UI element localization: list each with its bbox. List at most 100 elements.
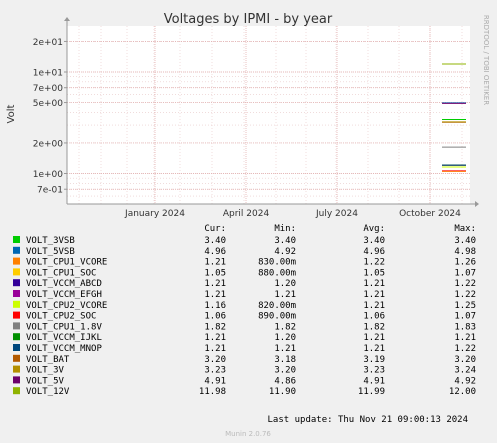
legend-series-name: VOLT_VCCM_EFGH (26, 290, 102, 300)
legend-value: 1.22 (454, 290, 476, 300)
legend-value: 11.99 (358, 387, 385, 397)
legend-value: 1.22 (454, 279, 476, 289)
rrdtool-side-label: RRDTOOL / TOBI OETIKER (482, 15, 490, 105)
legend-swatch (13, 354, 20, 362)
legend-value: 830.00m (258, 258, 296, 268)
legend-value: 3.20 (454, 355, 476, 365)
legend-series-name: VOLT_VCCM_MNOP (26, 344, 102, 354)
legend-series-name: VOLT_5VSB (26, 247, 75, 257)
legend-column-header: Max: (454, 224, 476, 234)
legend-value: 1.21 (454, 333, 476, 343)
legend-value: 4.96 (363, 247, 385, 257)
legend-series-name: VOLT_CPU2_VCORE (26, 301, 107, 311)
legend-value: 3.40 (363, 236, 385, 246)
legend-value: 1.26 (454, 258, 476, 268)
legend-series-name: VOLT_3V (26, 366, 65, 376)
legend-value: 11.90 (269, 387, 296, 397)
legend-series-name: VOLT_BAT (26, 355, 70, 365)
legend-value: 1.82 (363, 322, 385, 332)
legend-value: 3.18 (274, 355, 296, 365)
legend-value: 1.21 (274, 290, 296, 300)
legend-swatch (13, 333, 20, 341)
legend-value: 820.00m (258, 301, 296, 311)
x-tick-label: January 2024 (124, 209, 185, 219)
legend-series-name: VOLT_CPU1_1.8V (26, 322, 102, 332)
legend-value: 3.20 (204, 355, 226, 365)
legend-value: 4.91 (204, 376, 226, 386)
y-axis-label: Volt (6, 104, 17, 123)
legend-value: 4.92 (454, 376, 476, 386)
legend-value: 1.05 (204, 268, 226, 278)
voltage-chart: Voltages by IPMI - by year Volt RRDTOOL … (6, 12, 490, 438)
legend-value: 890.00m (258, 312, 296, 322)
legend-value: 3.23 (204, 366, 226, 376)
legend-value: 1.21 (363, 279, 385, 289)
legend-value: 1.21 (363, 344, 385, 354)
legend-value: 3.24 (454, 366, 476, 376)
legend-value: 1.21 (274, 344, 296, 354)
legend-value: 4.91 (363, 376, 385, 386)
legend-value: 1.82 (274, 322, 296, 332)
y-tick-label: 2e+00 (33, 139, 64, 149)
legend-value: 1.22 (363, 258, 385, 268)
legend-swatch (13, 236, 20, 243)
legend-value: 1.21 (204, 279, 226, 289)
legend-value: 1.25 (454, 301, 476, 311)
legend-swatch (13, 279, 20, 287)
legend-value: 1.21 (363, 290, 385, 300)
legend-swatch (13, 344, 20, 351)
legend-column-header: Min: (274, 224, 296, 234)
legend-value: 1.21 (204, 333, 226, 343)
legend-swatch (13, 300, 20, 308)
y-tick-label: 5e+00 (33, 99, 64, 109)
legend-value: 3.40 (274, 236, 296, 246)
legend-value: 4.86 (274, 376, 296, 386)
legend-swatch (13, 290, 20, 297)
chart-title: Voltages by IPMI - by year (164, 12, 333, 27)
legend-value: 12.00 (449, 387, 476, 397)
legend-swatch (13, 322, 20, 330)
legend-swatch (13, 268, 20, 276)
last-update: Last update: Thu Nov 21 09:00:13 2024 (268, 415, 468, 425)
legend-value: 3.23 (363, 366, 385, 376)
legend-value: 1.21 (204, 258, 226, 268)
legend-swatch (13, 246, 20, 254)
legend-value: 11.98 (199, 387, 226, 397)
legend-series-name: VOLT_VCCM_IJKL (26, 333, 102, 343)
legend-value: 1.16 (204, 301, 226, 311)
y-tick-label: 1e+00 (33, 170, 64, 180)
legend-value: 3.19 (363, 355, 385, 365)
legend-swatch (13, 311, 20, 319)
x-tick-label: April 2024 (223, 209, 270, 219)
legend-value: 1.20 (274, 279, 296, 289)
x-axis-arrow (475, 201, 479, 207)
legend-value: 4.92 (274, 247, 296, 257)
legend-value: 3.20 (274, 366, 296, 376)
legend-swatch (13, 257, 20, 265)
legend-swatch (13, 387, 20, 395)
legend-value: 1.05 (363, 268, 385, 278)
legend-series-name: VOLT_CPU2_SOC (26, 312, 96, 322)
plot-area (67, 26, 470, 204)
legend-column-header: Cur: (204, 224, 226, 234)
legend-value: 880.00m (258, 268, 296, 278)
legend-value: 1.21 (363, 301, 385, 311)
y-tick-label: 2e+01 (33, 38, 63, 48)
legend-swatch (13, 376, 20, 384)
legend-series-name: VOLT_CPU1_VCORE (26, 258, 107, 268)
legend-swatch (13, 365, 20, 373)
legend-series-name: VOLT_CPU1_SOC (26, 268, 96, 278)
legend-value: 1.06 (363, 312, 385, 322)
munin-version: Munin 2.0.76 (225, 430, 271, 438)
legend-value: 1.83 (454, 322, 476, 332)
legend-value: 1.21 (204, 290, 226, 300)
legend-value: 4.98 (454, 247, 476, 257)
x-tick-label: July 2024 (315, 209, 358, 219)
legend-value: 3.40 (204, 236, 226, 246)
y-tick-label: 7e-01 (37, 186, 63, 196)
legend-series-name: VOLT_5V (26, 376, 65, 386)
y-tick-label: 7e+00 (33, 84, 64, 94)
legend-value: 1.21 (204, 344, 226, 354)
legend-series-name: VOLT_VCCM_ABCD (26, 279, 102, 289)
y-tick-label: 1e+01 (33, 69, 63, 79)
